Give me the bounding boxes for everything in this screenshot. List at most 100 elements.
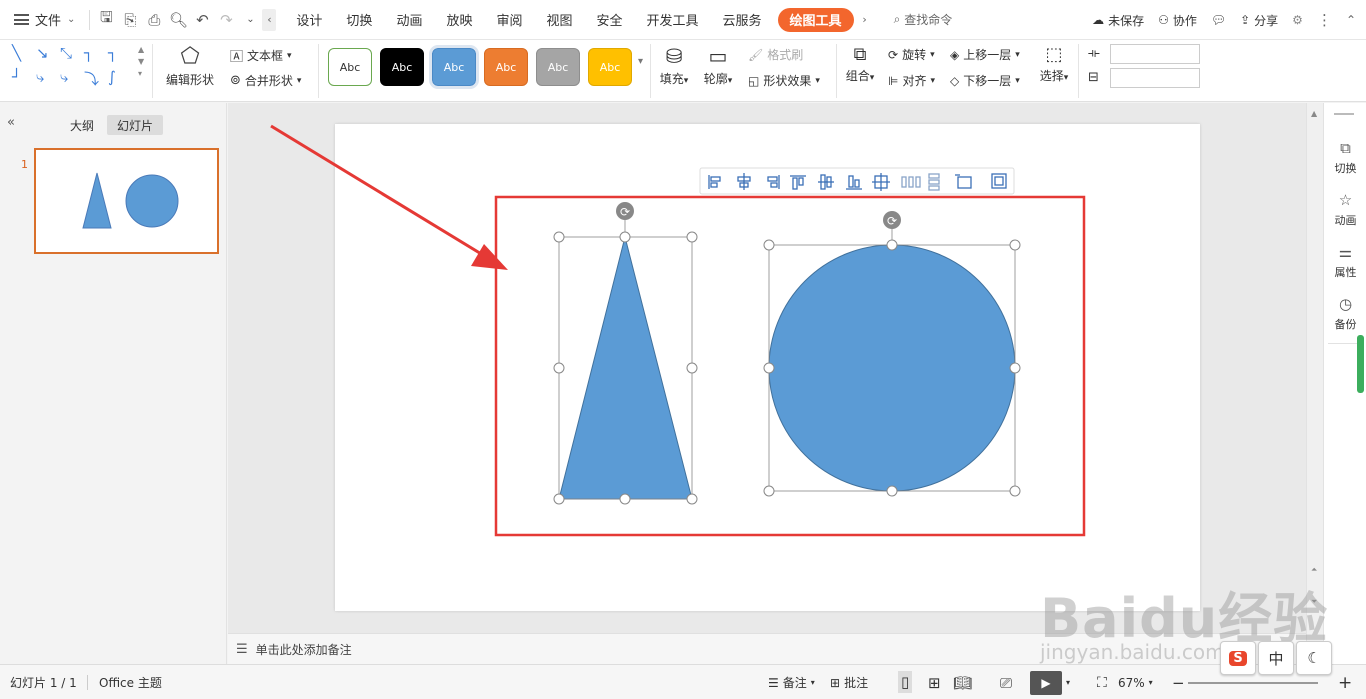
theme-name[interactable]: Office 主题 <box>99 665 162 699</box>
merge-shape-button[interactable]: ⊚ 合并形状 ▾ <box>230 72 301 89</box>
slide-sorter-icon[interactable]: ⊞ <box>928 665 941 699</box>
align-center-both-icon[interactable] <box>872 173 890 191</box>
zoom-slider[interactable] <box>1188 682 1318 684</box>
search-command[interactable]: ⌕ 查找命令 <box>894 11 953 28</box>
slide-thumbnail[interactable] <box>34 148 219 254</box>
curved-connector-icon[interactable]: ⤷ <box>36 68 44 86</box>
ime-language-toggle[interactable]: 中 <box>1258 641 1294 675</box>
tab-drawing-tools[interactable]: 绘图工具 <box>777 7 854 32</box>
tab-review[interactable]: 审阅 <box>484 0 534 39</box>
shape-width-input[interactable] <box>1110 44 1200 64</box>
select-button[interactable]: ⬚ 选择▾ <box>1036 44 1072 84</box>
unsaved-button[interactable]: ☁ 未保存 <box>1092 12 1144 29</box>
panel-item-transition[interactable]: ⧉ 切换 <box>1324 139 1366 176</box>
elbow-connector-icon[interactable]: ┐ <box>84 44 93 62</box>
print-icon[interactable]: ⎙ <box>142 7 166 33</box>
next-slide-icon[interactable]: ⏷ <box>1311 597 1317 607</box>
undo-icon[interactable]: ↶ <box>190 7 214 33</box>
scroll-up-icon[interactable]: ▲ <box>1311 109 1317 118</box>
shape-effect-button[interactable]: ◱ 形状效果 ▾ <box>748 72 820 89</box>
panel-item-backup[interactable]: ◷ 备份 <box>1324 295 1366 332</box>
tab-design[interactable]: 设计 <box>284 0 334 39</box>
export-pdf-icon[interactable]: ⎘ <box>118 7 142 33</box>
outline-label: 轮廓 <box>703 72 728 86</box>
style-preset-blue[interactable]: Abc <box>429 45 479 89</box>
tab-developer[interactable]: 开发工具 <box>635 0 711 39</box>
shape-height-input[interactable] <box>1110 68 1200 88</box>
share-button[interactable]: ⇪ 分享 <box>1240 12 1278 29</box>
style-preset-white[interactable]: Abc <box>328 48 372 86</box>
shape-width-icon: ⟛ <box>1088 46 1100 61</box>
tab-scroll-right-icon[interactable]: › <box>857 8 872 31</box>
collab-button[interactable]: ⚇ 协作 <box>1158 12 1197 29</box>
style-gallery-more-icon[interactable]: ▾ <box>638 56 643 67</box>
tab-slides[interactable]: 幻灯片 <box>107 115 163 135</box>
style-preset-gold[interactable]: Abc <box>588 48 632 86</box>
textbox-button[interactable]: 🄰 文本框 ▾ <box>230 46 292 65</box>
notes-toggle-button[interactable]: ☰ 备注 ▾ <box>768 665 815 699</box>
file-menu-button[interactable]: 文件 ⌄ <box>0 0 85 39</box>
tab-view[interactable]: 视图 <box>534 0 584 39</box>
hamburger-icon <box>14 14 29 25</box>
rotate-button[interactable]: ⟳ 旋转 ▾ <box>888 46 935 63</box>
zoom-out-button[interactable]: − <box>1172 665 1185 699</box>
panel-scroll-indicator[interactable] <box>1357 335 1364 393</box>
style-preset-black[interactable]: Abc <box>380 48 424 86</box>
circle-body[interactable] <box>768 244 1016 492</box>
customize-toolbar-icon[interactable]: ⌄ <box>238 7 262 33</box>
bring-forward-button[interactable]: ◈ 上移一层 ▾ <box>950 46 1020 63</box>
format-brush-button[interactable]: 🖌︎ 格式刷 <box>748 46 803 63</box>
group-icon: ⧉ <box>853 44 867 65</box>
elbow-double-arrow-icon[interactable]: ┘ <box>12 68 21 86</box>
triangle-shape[interactable]: ⟳ <box>553 202 698 505</box>
sogou-icon[interactable]: S <box>1220 641 1256 675</box>
tab-cloud[interactable]: 云服务 <box>711 0 774 39</box>
tab-slideshow[interactable]: 放映 <box>434 0 484 39</box>
panel-item-animation[interactable]: ☆ 动画 <box>1324 191 1366 228</box>
fit-to-window-icon[interactable]: ⛶ <box>1097 665 1107 699</box>
normal-view-icon[interactable]: ▯ <box>898 671 913 693</box>
tab-animation[interactable]: 动画 <box>384 0 434 39</box>
zoom-level[interactable]: 67% ▾ <box>1118 665 1153 699</box>
vertical-scrollbar[interactable]: ▲ ⏶ ⏷ <box>1306 103 1323 664</box>
tab-security[interactable]: 安全 <box>585 0 635 39</box>
collapse-ribbon-icon[interactable]: ⌃ <box>1346 13 1356 27</box>
comment-bubble-icon[interactable]: 💬︎ <box>1211 13 1226 27</box>
tab-scroll-left-icon[interactable]: ‹ <box>262 8 277 31</box>
save-icon[interactable]: 🖫 <box>94 7 118 33</box>
gallery-scroll-icon[interactable]: ▲ ▼ ▾ <box>138 44 144 80</box>
more-icon[interactable]: ⋮ <box>1317 11 1332 29</box>
notes-bar[interactable]: ☰ 单击此处添加备注 <box>228 633 1306 664</box>
outline-button[interactable]: ▭ 轮廓▾ <box>700 44 736 87</box>
freeform-curve-icon[interactable]: ∫ <box>108 68 116 86</box>
moon-icon[interactable]: ☾ <box>1296 641 1332 675</box>
style-preset-gray[interactable]: Abc <box>536 48 580 86</box>
editor-canvas[interactable]: ⟳ ⟳ <box>228 103 1306 633</box>
play-slideshow-button[interactable]: ▶ ▾ <box>1030 665 1070 699</box>
gear-icon[interactable]: ⚙ <box>1292 13 1303 27</box>
circle-shape[interactable]: ⟳ <box>763 211 1021 497</box>
align-button[interactable]: ⊫ 对齐 ▾ <box>888 72 935 89</box>
screen-record-icon[interactable]: ⎚ <box>1000 665 1012 699</box>
prev-slide-icon[interactable]: ⏶ <box>1311 565 1317 575</box>
arrow-shape-icon[interactable]: ↘ <box>36 44 49 62</box>
triangle-body[interactable] <box>558 236 693 500</box>
curved-arrow-icon[interactable]: ⤷ <box>60 68 68 86</box>
comment-button[interactable]: ⊞ 批注 <box>830 665 868 699</box>
line-shape-icon[interactable]: ╲ <box>12 44 21 62</box>
print-preview-icon[interactable]: 🔍︎ <box>166 7 190 33</box>
curved-double-arrow-icon[interactable]: ⤵ <box>84 68 99 89</box>
fill-button[interactable]: ⛁ 填充▾ <box>656 44 692 87</box>
tab-outline[interactable]: 大纲 <box>62 115 102 135</box>
zoom-in-button[interactable]: + <box>1338 665 1352 699</box>
redo-icon[interactable]: ↷ <box>214 7 238 33</box>
group-button[interactable]: ⧉ 组合▾ <box>842 44 878 84</box>
elbow-arrow-icon[interactable]: ┐ <box>108 44 117 62</box>
reading-view-icon[interactable]: 📖︎ <box>953 665 972 699</box>
style-preset-orange[interactable]: Abc <box>484 48 528 86</box>
double-arrow-shape-icon[interactable]: ⤡ <box>60 44 72 62</box>
send-backward-button[interactable]: ◇ 下移一层 ▾ <box>950 72 1020 89</box>
tab-transition[interactable]: 切换 <box>334 0 384 39</box>
panel-item-properties[interactable]: ⚌ 属性 <box>1324 243 1366 280</box>
edit-shape-button[interactable]: ⬠ 编辑形状 <box>162 44 218 88</box>
